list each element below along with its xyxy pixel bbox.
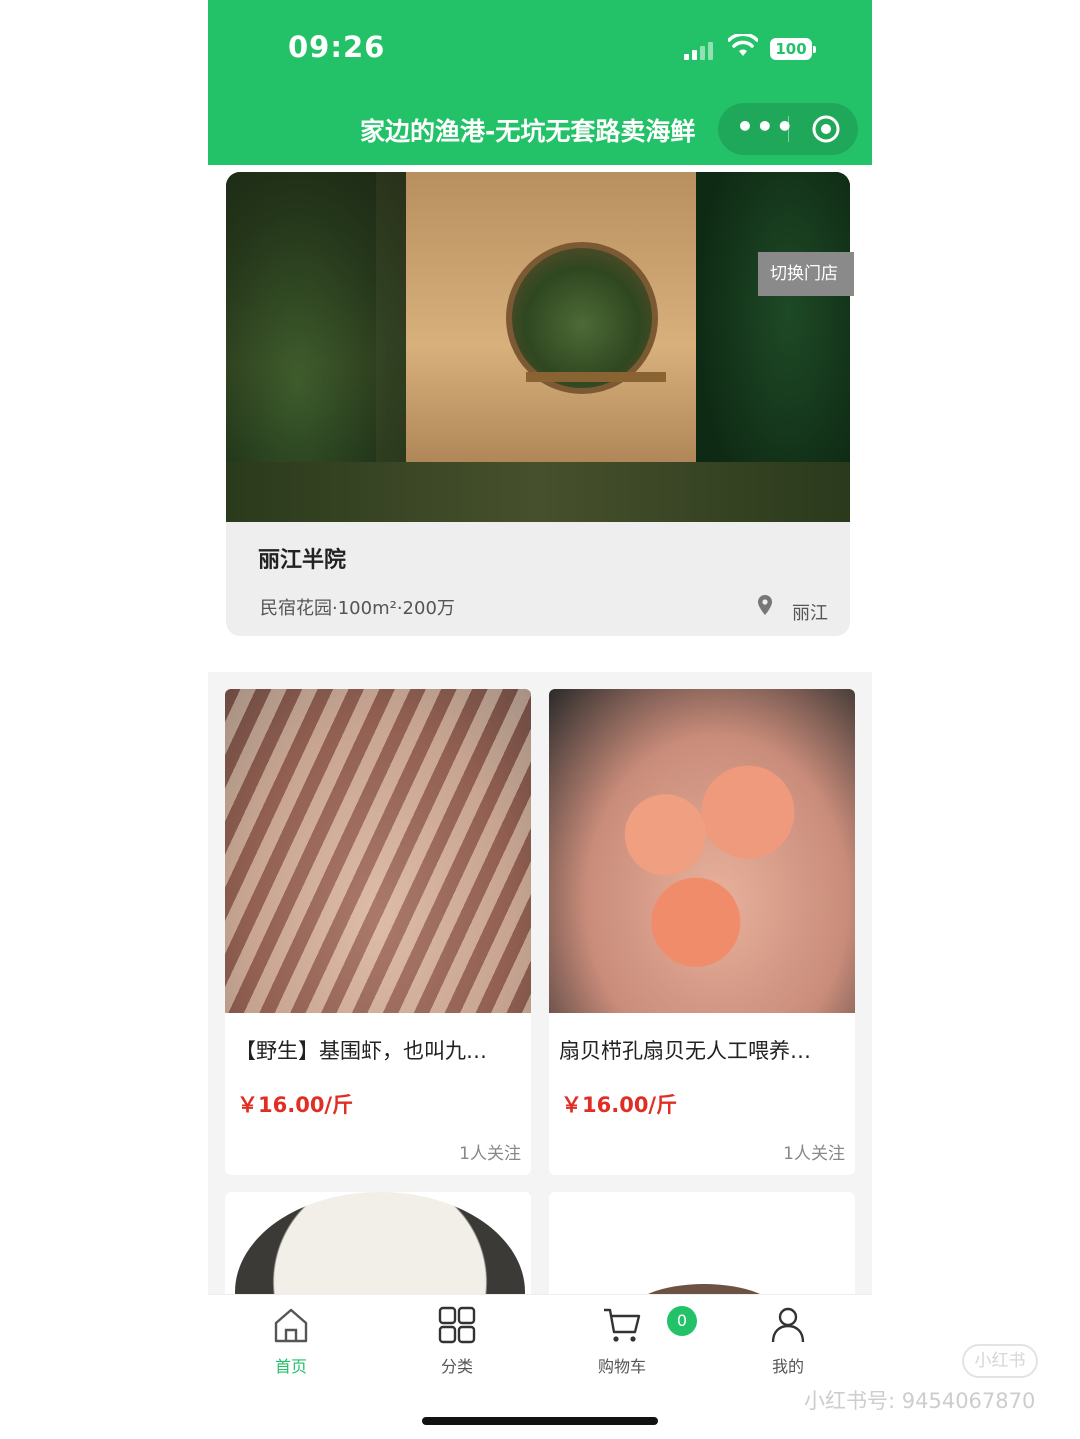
watermark-logo: 小红书 [962, 1344, 1038, 1378]
product-followers: 1人关注 [459, 1144, 521, 1164]
status-bar: 09:26 100 [208, 0, 872, 100]
home-indicator [422, 1417, 658, 1425]
tab-label: 购物车 [597, 1357, 646, 1376]
tab-home[interactable]: 首页 [231, 1305, 351, 1385]
tab-label: 分类 [440, 1357, 473, 1376]
store-photo [226, 172, 850, 522]
product-grid: 【野生】基围虾，也叫九… ￥16.00/斤 1人关注 扇贝栉孔扇贝无人工喂养… … [208, 672, 872, 1302]
product-card[interactable] [549, 1192, 855, 1302]
product-image [549, 689, 855, 1013]
tab-cart[interactable]: 购物车 [562, 1305, 682, 1385]
tab-category[interactable]: 分类 [397, 1305, 517, 1385]
switch-store-button[interactable]: 切换门店 [758, 252, 854, 296]
product-image [235, 1192, 525, 1302]
page-title: 家边的渔港-无坑无套路卖海鲜 [360, 117, 696, 146]
tab-mine[interactable]: 我的 [728, 1305, 848, 1385]
close-target-icon[interactable] [812, 115, 840, 143]
miniprogram-capsule: ••• [718, 103, 858, 155]
signal-icon [684, 38, 718, 60]
tab-label: 我的 [771, 1357, 804, 1376]
product-card[interactable]: 【野生】基围虾，也叫九… ￥16.00/斤 1人关注 [225, 689, 531, 1175]
location-pin-icon [758, 595, 772, 615]
user-icon [771, 1307, 805, 1343]
tab-label: 首页 [274, 1357, 307, 1376]
cart-badge: 0 [667, 1306, 697, 1336]
home-icon [274, 1308, 308, 1343]
grid-icon [438, 1306, 476, 1344]
cart-icon [604, 1308, 641, 1342]
store-description: 民宿花园·100m²·200万 [260, 598, 455, 619]
store-name: 丽江半院 [258, 548, 347, 573]
phone-screen: 09:26 100 家边的渔港-无坑无套路卖海鲜 ••• 丽江半院 民宿花园·1… [208, 0, 872, 1439]
more-button[interactable]: ••• [736, 113, 796, 141]
wifi-icon [728, 34, 758, 56]
nav-bar: 家边的渔港-无坑无套路卖海鲜 ••• [208, 100, 872, 165]
status-time: 09:26 [288, 30, 386, 64]
battery-icon: 100 [770, 38, 816, 60]
watermark-id: 小红书号: 9454067870 [804, 1389, 1036, 1413]
product-followers: 1人关注 [783, 1144, 845, 1164]
product-title: 扇贝栉孔扇贝无人工喂养… [559, 1039, 811, 1063]
product-card[interactable] [225, 1192, 531, 1302]
product-title: 【野生】基围虾，也叫九… [235, 1039, 487, 1063]
capsule-divider [788, 116, 789, 142]
product-image [225, 689, 531, 1013]
store-card[interactable]: 丽江半院 民宿花园·100m²·200万 丽江 [226, 172, 850, 636]
product-card[interactable]: 扇贝栉孔扇贝无人工喂养… ￥16.00/斤 1人关注 [549, 689, 855, 1175]
product-price: ￥16.00/斤 [561, 1093, 678, 1117]
product-price: ￥16.00/斤 [237, 1093, 354, 1117]
store-city: 丽江 [792, 603, 828, 624]
